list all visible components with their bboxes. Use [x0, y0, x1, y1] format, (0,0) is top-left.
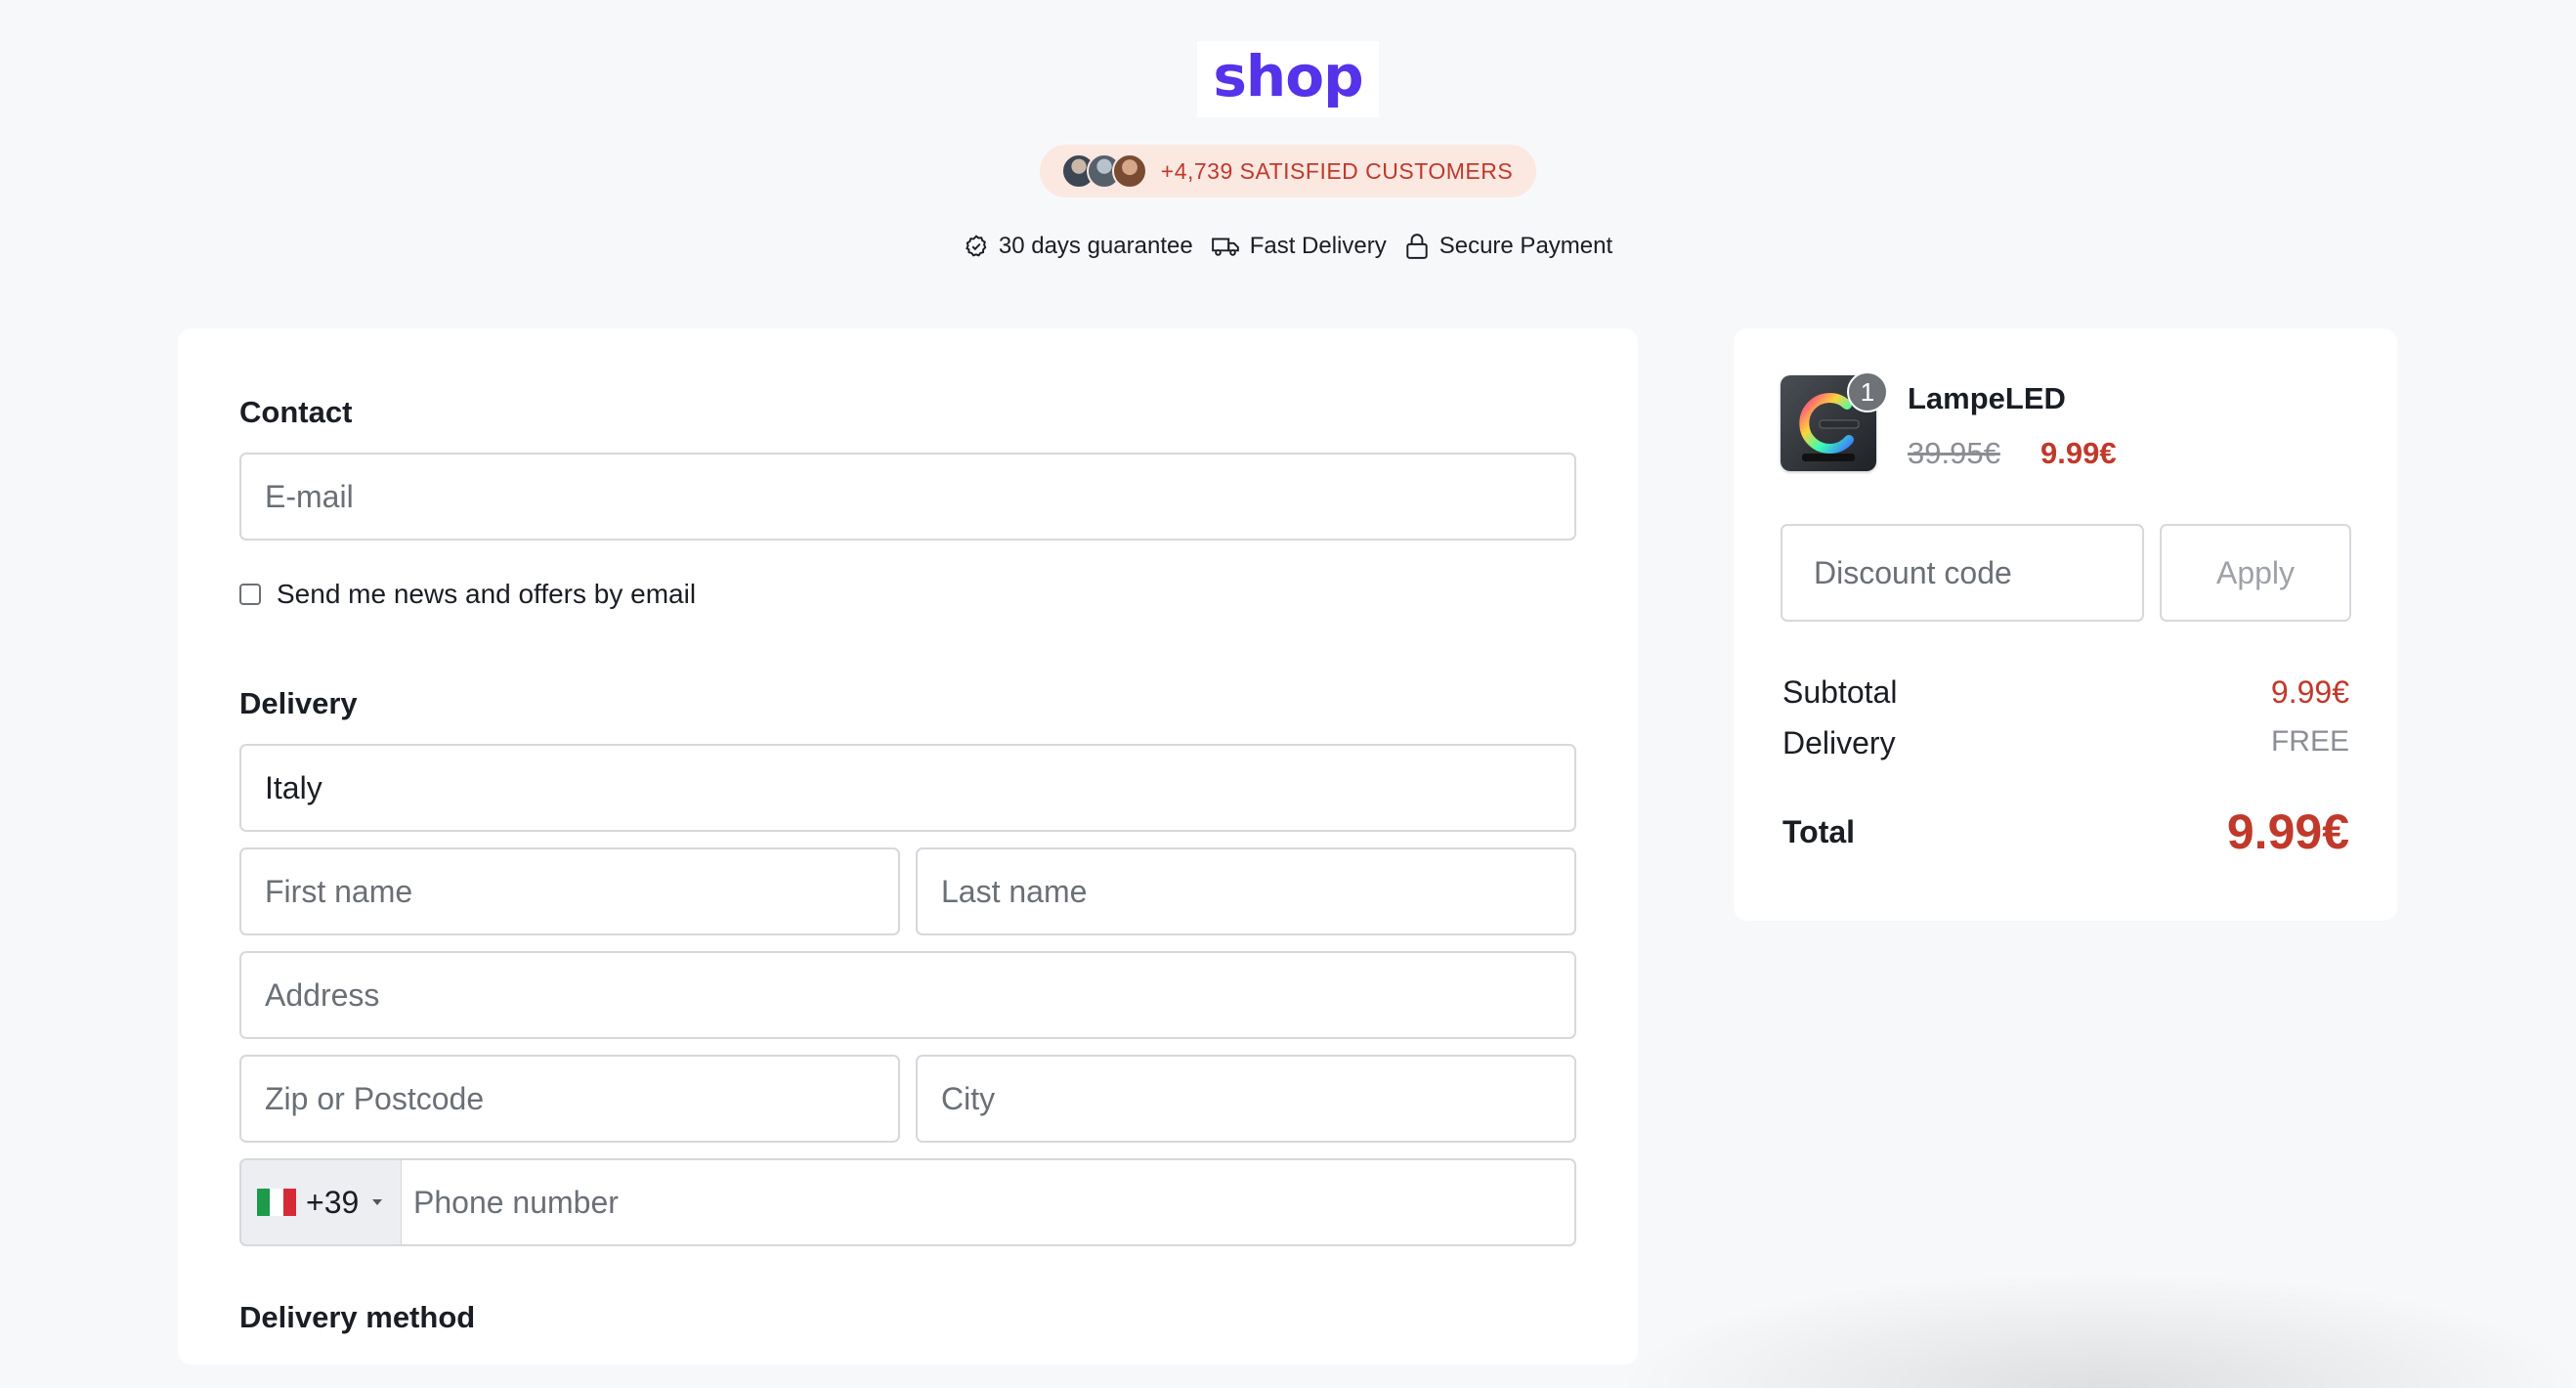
country-value: Italy	[265, 769, 322, 805]
badge-delivery-label: Fast Delivery	[1249, 233, 1387, 259]
badge-delivery: Fast Delivery	[1211, 233, 1387, 260]
subtotal-value: 9.99€	[2270, 674, 2349, 710]
avatar	[1111, 153, 1147, 189]
last-name-placeholder: Last name	[941, 873, 1088, 909]
discount-placeholder: Discount code	[1814, 554, 2012, 590]
delivery-cost-label: Delivery	[1782, 725, 1896, 760]
chevron-down-icon	[372, 1199, 383, 1205]
contact-title: Contact	[239, 395, 353, 429]
product-name: LampeLED	[1908, 381, 2066, 415]
total-value: 9.99€	[2226, 804, 2349, 859]
phone-prefix-code: +39	[306, 1184, 360, 1220]
phone-country-select[interactable]: +39	[241, 1160, 402, 1244]
email-field[interactable]: E-mail	[239, 453, 1576, 541]
phone-placeholder: Phone number	[413, 1184, 619, 1220]
last-name-field[interactable]: Last name	[916, 847, 1576, 935]
newsletter-label: Send me news and offers by email	[277, 579, 697, 609]
badge-check-icon	[966, 235, 987, 257]
delivery-cost-row: Delivery FREE	[1782, 725, 2349, 761]
quantity-badge: 1	[1847, 371, 1888, 412]
city-placeholder: City	[941, 1080, 996, 1116]
email-placeholder: E-mail	[265, 478, 354, 514]
checkout-form-card: Contact E-mail Send me news and offers b…	[178, 328, 1638, 1365]
newsletter-row[interactable]: Send me news and offers by email	[239, 579, 696, 610]
country-select[interactable]: Italy	[239, 744, 1576, 832]
first-name-placeholder: First name	[265, 873, 413, 909]
badge-secure: Secure Payment	[1404, 233, 1612, 260]
delivery-method-title: Delivery method	[239, 1300, 476, 1334]
discount-code-input[interactable]: Discount code	[1781, 524, 2144, 622]
lock-icon	[1406, 234, 1428, 259]
sale-price: 9.99€	[2040, 436, 2117, 470]
zip-field[interactable]: Zip or Postcode	[239, 1055, 900, 1143]
old-price: 39.95€	[1908, 436, 2000, 470]
satisfied-customers-text: +4,739 SATISFIED CUSTOMERS	[1160, 157, 1514, 184]
address-field[interactable]: Address	[239, 951, 1576, 1039]
order-summary-card: 1 LampeLED 39.95€ 9.99€ Discount code Ap…	[1734, 328, 2397, 921]
total-row: Total 9.99€	[1782, 803, 2349, 860]
customer-avatars	[1060, 153, 1147, 189]
delivery-cost-value: FREE	[2270, 725, 2349, 758]
subtotal-row: Subtotal 9.99€	[1782, 674, 2349, 711]
social-proof: +4,739 SATISFIED CUSTOMERS	[0, 145, 2576, 197]
zip-placeholder: Zip or Postcode	[265, 1080, 485, 1116]
total-label: Total	[1782, 813, 1856, 849]
first-name-field[interactable]: First name	[239, 847, 900, 935]
header: shop	[0, 41, 2576, 117]
address-placeholder: Address	[265, 976, 380, 1013]
bottom-shadow	[1612, 1271, 2576, 1388]
badge-guarantee-label: 30 days guarantee	[998, 233, 1193, 259]
truck-icon	[1211, 238, 1239, 256]
apply-button[interactable]: Apply	[2160, 524, 2351, 622]
subtotal-label: Subtotal	[1782, 674, 1898, 710]
shop-logo[interactable]: shop	[1197, 41, 1379, 117]
badge-guarantee: 30 days guarantee	[964, 233, 1193, 260]
delivery-title: Delivery	[239, 686, 358, 720]
badge-secure-label: Secure Payment	[1438, 233, 1613, 259]
italy-flag-icon	[257, 1189, 296, 1216]
trust-badges: 30 days guarantee Fast Delivery Secure P…	[0, 233, 2576, 260]
newsletter-checkbox[interactable]	[239, 584, 261, 605]
product-image: 1	[1781, 371, 1888, 471]
phone-field[interactable]: +39 Phone number	[239, 1158, 1576, 1246]
social-proof-pill: +4,739 SATISFIED CUSTOMERS	[1039, 145, 1537, 197]
city-field[interactable]: City	[916, 1055, 1576, 1143]
